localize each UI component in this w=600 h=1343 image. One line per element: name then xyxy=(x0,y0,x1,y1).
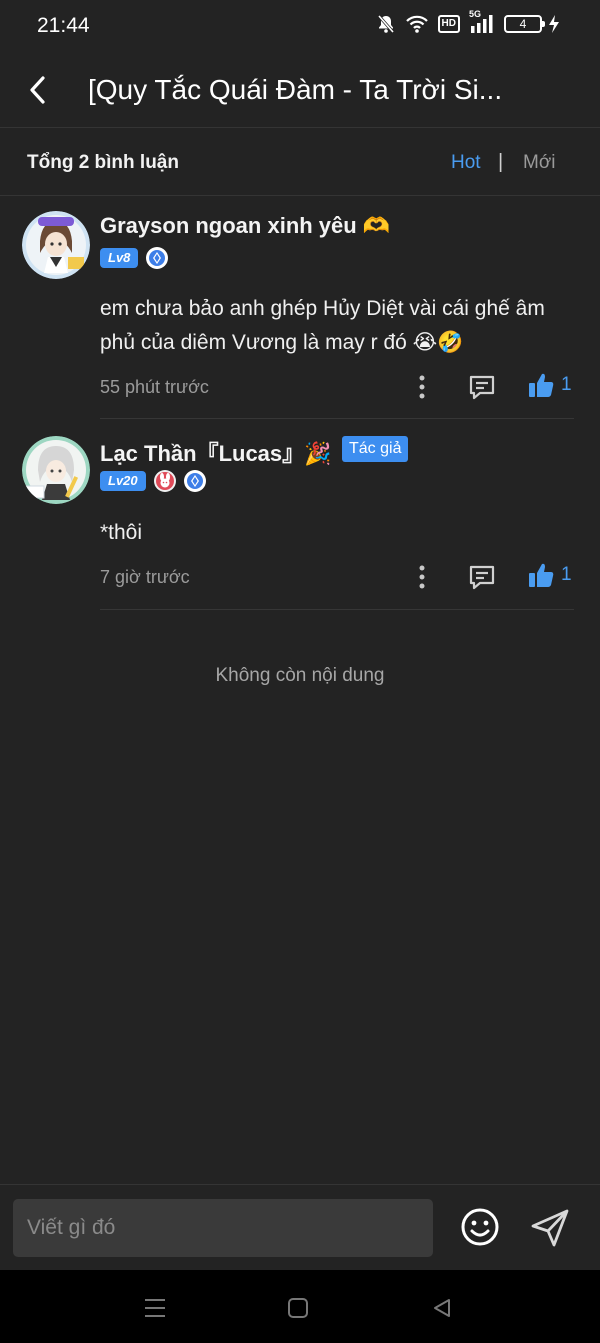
sort-bar: Tổng 2 bình luận Hot | Mới xyxy=(0,129,600,196)
back-button[interactable] xyxy=(18,70,58,110)
recent-apps-button[interactable] xyxy=(141,1294,169,1322)
badges: Lv8 xyxy=(100,247,169,269)
battery-level: 4 xyxy=(519,17,527,31)
level-badge: Lv8 xyxy=(100,248,139,268)
red-rabbit-badge-icon xyxy=(153,470,176,492)
username[interactable]: Grayson ngoan xinh yêu 🫶 xyxy=(100,213,390,239)
wifi-icon xyxy=(405,14,429,34)
page-title: [Quy Tắc Quái Đàm - Ta Trời Si... xyxy=(88,74,503,105)
reply-button[interactable] xyxy=(466,561,498,593)
badges: Lv20 xyxy=(100,470,206,492)
thumbs-up-icon xyxy=(529,373,554,397)
comment-input[interactable] xyxy=(13,1199,433,1257)
comment-item: Lạc Thần『Lucas』🎉 Tác giả Lv20 *thôi 7 gi… xyxy=(0,420,600,610)
send-paper-plane-icon xyxy=(531,1209,569,1247)
avatar[interactable] xyxy=(22,436,90,504)
comment-text: em chưa bảo anh ghép Hủy Diệt vài cái gh… xyxy=(100,297,545,354)
more-vertical-icon xyxy=(419,565,425,589)
chevron-left-icon xyxy=(30,76,45,104)
thumbs-up-icon xyxy=(529,563,554,587)
comment-time: 7 giờ trước xyxy=(100,567,190,587)
status-time: 21:44 xyxy=(37,14,90,37)
status-icons: HD 5G 4 xyxy=(376,9,560,34)
blue-gem-badge-icon xyxy=(146,247,169,269)
signal-5g-icon: 5G xyxy=(469,9,495,34)
avatar[interactable] xyxy=(22,211,90,279)
home-button[interactable] xyxy=(284,1294,312,1322)
like-count: 1 xyxy=(561,564,572,585)
back-triangle-icon xyxy=(434,1299,450,1317)
bell-muted-icon xyxy=(376,14,396,34)
more-options-button[interactable] xyxy=(410,372,434,402)
network-label: 5G xyxy=(469,9,482,19)
comment-text: *thôi xyxy=(100,521,143,544)
reply-button[interactable] xyxy=(466,371,498,403)
sort-separator: | xyxy=(498,151,504,173)
comment-item: Grayson ngoan xinh yêu 🫶 Lv8 em chưa bảo… xyxy=(0,197,600,419)
header: [Quy Tắc Quái Đàm - Ta Trời Si... xyxy=(0,54,600,128)
like-count: 1 xyxy=(561,374,572,395)
more-vertical-icon xyxy=(419,375,425,399)
back-nav-button[interactable] xyxy=(428,1294,456,1322)
sort-hot-tab[interactable]: Hot xyxy=(451,152,481,174)
home-square-icon xyxy=(288,1298,308,1318)
blue-gem-badge-icon xyxy=(183,470,206,492)
comment-bubble-icon xyxy=(469,375,495,400)
system-nav-bar xyxy=(0,1270,600,1343)
sort-new-tab[interactable]: Mới xyxy=(523,152,556,174)
comment-count: Tổng 2 bình luận xyxy=(27,152,179,173)
smiley-face-icon xyxy=(461,1208,499,1246)
comment-divider xyxy=(100,609,574,610)
menu-lines-icon xyxy=(145,1299,165,1317)
comment-time: 55 phút trước xyxy=(100,377,209,397)
charging-bolt-icon xyxy=(548,14,560,34)
username[interactable]: Lạc Thần『Lucas』🎉 xyxy=(100,436,332,468)
end-of-list-message: Không còn nội dung xyxy=(215,665,385,686)
emoji-button[interactable] xyxy=(459,1206,501,1248)
hd-icon: HD xyxy=(437,15,460,33)
comment-bubble-icon xyxy=(469,565,495,590)
level-badge: Lv20 xyxy=(100,471,146,491)
like-button[interactable]: 1 xyxy=(527,371,572,399)
comment-divider xyxy=(100,418,574,419)
status-bar: 21:44 HD 5G 4 xyxy=(0,0,600,54)
battery-icon: 4 xyxy=(504,15,545,33)
author-tag: Tác giả xyxy=(342,436,409,462)
send-button[interactable] xyxy=(528,1206,572,1250)
comment-input-bar xyxy=(0,1184,600,1270)
more-options-button[interactable] xyxy=(410,562,434,592)
like-button[interactable]: 1 xyxy=(527,561,572,589)
